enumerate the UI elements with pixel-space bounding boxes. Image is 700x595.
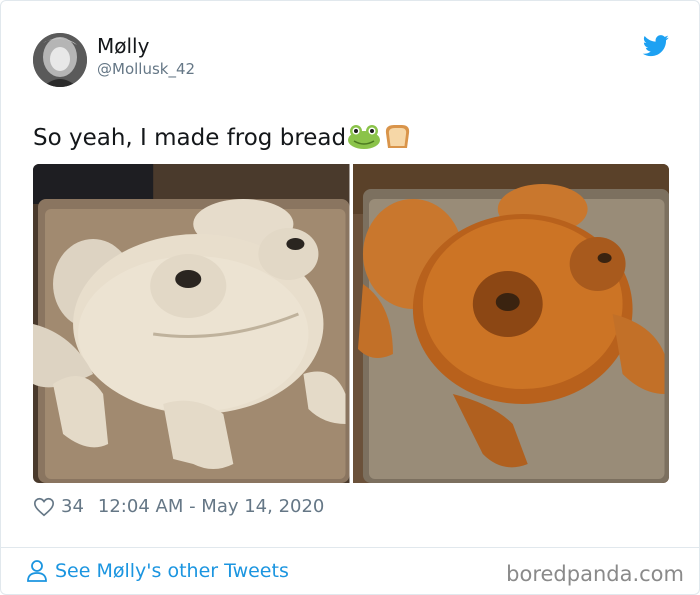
photo-dough-frog[interactable]	[33, 164, 350, 483]
tweet-media[interactable]	[33, 164, 669, 483]
tweet-timestamp[interactable]: 12:04 AM - May 14, 2020	[98, 496, 324, 518]
see-other-tweets-link[interactable]: See Møll​y's other Tweets	[26, 559, 289, 583]
bread-icon	[386, 125, 410, 148]
frog-face-icon	[348, 125, 381, 149]
tweet-text: So yeah, I made frog bread	[33, 123, 412, 153]
user-handle[interactable]: @Mollusk_42	[97, 60, 195, 78]
tweet-body: So yeah, I made frog bread	[33, 125, 347, 151]
embedded-tweet-card: Møll​y @Mollusk_42 So yeah, I made frog …	[0, 0, 700, 595]
tweet-meta: 34 12:04 AM - May 14, 2020	[33, 496, 324, 518]
twitter-bird-icon[interactable]	[642, 35, 670, 57]
person-icon	[27, 560, 47, 582]
avatar[interactable]	[33, 33, 87, 87]
display-name[interactable]: Møll​y	[97, 34, 149, 58]
photo-baked-frog[interactable]	[352, 164, 669, 483]
see-other-tweets-label[interactable]: See Møll​y's other Tweets	[55, 559, 289, 583]
brand-watermark: boredpanda.com	[506, 562, 684, 586]
footer-divider	[1, 547, 699, 548]
heart-icon[interactable]	[33, 496, 55, 518]
like-count[interactable]: 34	[61, 496, 84, 518]
